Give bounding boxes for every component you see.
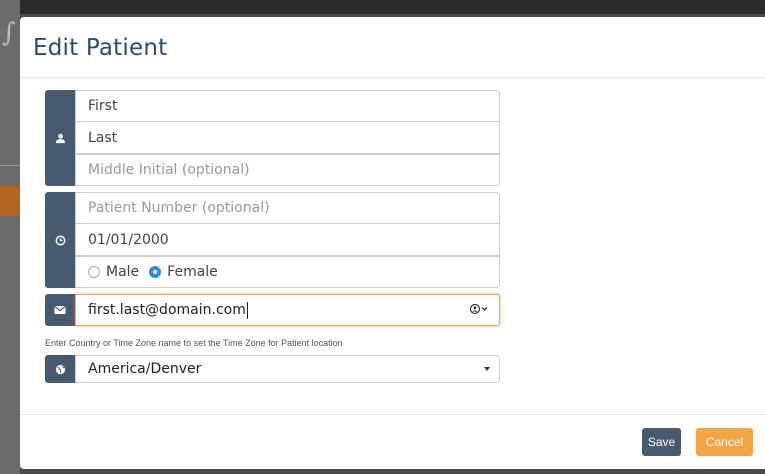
gender-male-label: Male	[106, 264, 140, 280]
radio-unchecked-icon[interactable]	[88, 266, 100, 278]
backdrop-left	[0, 0, 20, 474]
timezone-hint: Enter Country or Time Zone name to set t…	[45, 338, 343, 348]
cancel-button[interactable]: Cancel	[696, 428, 753, 456]
text-cursor	[246, 301, 248, 319]
timezone-select[interactable]: America/Denver	[75, 355, 500, 383]
backdrop-top	[0, 0, 765, 14]
last-name-value: Last	[88, 129, 118, 146]
gender-female-label: Female	[167, 264, 218, 280]
backdrop-logo: ∫	[2, 18, 16, 48]
middle-initial-placeholder: Middle Initial (optional)	[88, 162, 250, 178]
save-button[interactable]: Save	[642, 428, 681, 456]
globe-icon	[55, 364, 65, 374]
details-fields: Patient Number (optional) 01/01/2000 Mal…	[75, 192, 500, 288]
contact-dropdown-button[interactable]	[469, 303, 489, 318]
name-fields: First Last Middle Initial (optional)	[75, 90, 500, 186]
caret-down-icon	[484, 367, 490, 371]
first-name-input[interactable]: First	[75, 90, 500, 122]
header-divider	[20, 77, 765, 78]
timezone-fields: America/Denver	[75, 355, 500, 383]
patient-number-input[interactable]: Patient Number (optional)	[75, 192, 500, 224]
email-input[interactable]: first.last@domain.com	[75, 294, 500, 326]
backdrop-divider	[0, 165, 20, 166]
middle-initial-input[interactable]: Middle Initial (optional)	[75, 154, 500, 186]
gender-female-radio[interactable]: Female	[149, 264, 228, 280]
backdrop-orange-strip	[0, 186, 20, 216]
first-name-value: First	[88, 98, 118, 114]
last-name-input[interactable]: Last	[75, 122, 500, 154]
timezone-addon	[45, 355, 75, 383]
timezone-input-group: America/Denver	[45, 355, 500, 383]
contact-dropdown-icon	[469, 303, 488, 315]
dob-value: 01/01/2000	[88, 231, 169, 248]
clock-icon	[55, 235, 65, 245]
edit-patient-modal: Edit Patient First Last Middle Initial (…	[20, 17, 765, 469]
gender-male-radio[interactable]: Male	[88, 264, 149, 280]
footer-divider	[20, 414, 765, 415]
email-value: first.last@domain.com	[88, 302, 246, 318]
modal-title: Edit Patient	[33, 35, 168, 61]
email-fields: first.last@domain.com	[75, 294, 500, 326]
email-addon	[45, 294, 75, 326]
user-icon	[55, 133, 65, 143]
details-input-group: Patient Number (optional) 01/01/2000 Mal…	[45, 192, 500, 288]
patient-number-placeholder: Patient Number (optional)	[88, 200, 270, 216]
gender-radio-group: Male Female	[75, 256, 500, 288]
timezone-value: America/Denver	[88, 361, 202, 377]
radio-checked-icon[interactable]	[149, 266, 162, 278]
name-input-group: First Last Middle Initial (optional)	[45, 90, 500, 186]
envelope-icon	[54, 305, 66, 314]
name-addon	[45, 90, 75, 186]
dob-input[interactable]: 01/01/2000	[75, 224, 500, 256]
details-addon	[45, 192, 75, 288]
email-input-group: first.last@domain.com	[45, 294, 500, 326]
